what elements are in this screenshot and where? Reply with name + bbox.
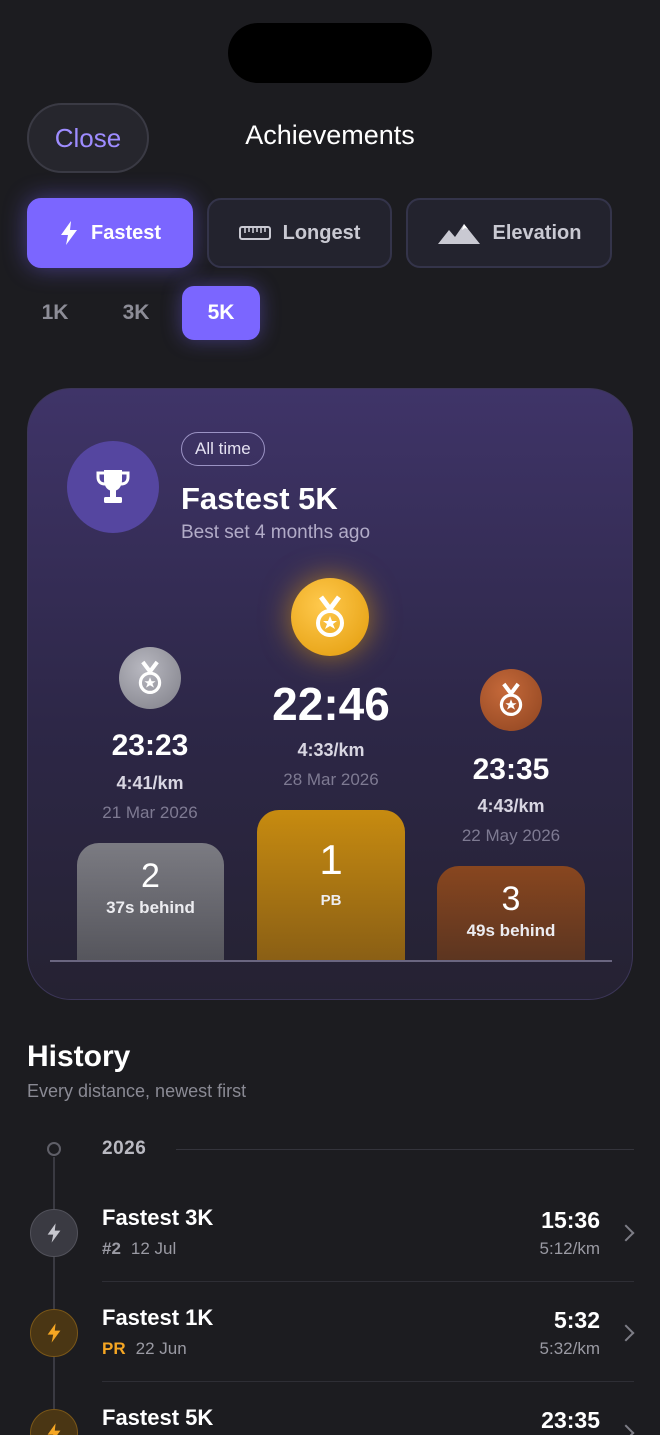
all-time-badge: All time <box>181 432 265 466</box>
chevron-right-icon <box>617 1324 635 1342</box>
podium-rank: 1 <box>319 836 343 883</box>
third-place-time: 23:35 <box>472 753 550 786</box>
history-item-title: Fastest 3K <box>102 1205 214 1230</box>
history-item-title: Fastest 1K <box>102 1305 214 1330</box>
history-item-title: Fastest 5K <box>102 1405 214 1430</box>
history-item-time: 15:36 <box>541 1207 600 1233</box>
distance-3k[interactable]: 3K <box>107 286 165 340</box>
history-item-pace: 5:32/km <box>539 1339 600 1358</box>
second-place-time: 23:23 <box>111 729 189 762</box>
lightning-icon <box>30 1409 78 1435</box>
pr-tag: PR <box>102 1339 126 1358</box>
podium-card: All time Fastest 5K Best set 4 months ag… <box>27 388 633 1000</box>
history-item-date: 12 Jul <box>130 1239 177 1258</box>
lightning-icon <box>30 1309 78 1357</box>
history-item[interactable]: Fastest 5K 23:35 <box>0 1383 660 1435</box>
ruler-icon <box>238 226 271 240</box>
chevron-right-icon <box>617 1424 635 1435</box>
tab-label: Fastest <box>90 221 162 244</box>
chevron-right-icon <box>617 1224 635 1242</box>
timeline-year-dot <box>47 1142 61 1156</box>
tab-label: Longest <box>282 221 361 244</box>
podium-note: 49s behind <box>466 921 556 940</box>
tab-longest[interactable]: Longest <box>207 198 392 268</box>
history-item-meta: PR 22 Jun <box>102 1339 187 1359</box>
distance-1k[interactable]: 1K <box>27 286 83 340</box>
second-place-pace: 4:41/km <box>116 773 184 793</box>
card-title: Fastest 5K <box>181 481 338 516</box>
second-place-date: 21 Mar 2026 <box>102 803 198 822</box>
tab-fastest[interactable]: Fastest <box>27 198 193 268</box>
gold-medal-icon <box>291 578 369 656</box>
podium-second: 2 37s behind <box>77 843 224 961</box>
podium-baseline <box>50 960 612 962</box>
third-place-date: 22 May 2026 <box>461 826 561 845</box>
row-divider <box>102 1381 634 1382</box>
row-divider <box>102 1281 634 1282</box>
page-title: Achievements <box>245 120 415 150</box>
podium-third: 3 49s behind <box>437 866 585 961</box>
podium-rank: 2 <box>141 857 160 895</box>
history-title: History <box>27 1040 131 1073</box>
year-divider <box>176 1149 634 1150</box>
silver-medal-icon <box>119 647 181 709</box>
history-item[interactable]: Fastest 3K #2 12 Jul 15:36 5:12/km <box>0 1183 660 1283</box>
rank-tag: #2 <box>102 1239 121 1258</box>
lightning-icon <box>30 1209 78 1257</box>
camera-notch <box>228 23 432 83</box>
lightning-icon <box>59 220 79 246</box>
tab-label: Elevation <box>492 221 582 244</box>
card-subtitle: Best set 4 months ago <box>181 522 371 543</box>
podium-rank: 3 <box>501 880 521 918</box>
history-item[interactable]: Fastest 1K PR 22 Jun 5:32 5:32/km <box>0 1283 660 1383</box>
first-place-time: 22:46 <box>272 678 390 730</box>
mountain-icon <box>437 221 481 245</box>
podium-note: PB <box>320 892 342 909</box>
history-subtitle: Every distance, newest first <box>27 1081 247 1101</box>
history-item-meta: #2 12 Jul <box>102 1239 176 1259</box>
first-place-pace: 4:33/km <box>297 740 365 760</box>
year-label: 2026 <box>102 1138 147 1159</box>
tab-elevation[interactable]: Elevation <box>406 198 612 268</box>
bronze-medal-icon <box>480 669 542 731</box>
distance-5k[interactable]: 5K <box>182 286 260 340</box>
first-place-date: 28 Mar 2026 <box>283 770 379 789</box>
podium-note: 37s behind <box>106 898 195 917</box>
third-place-pace: 4:43/km <box>477 796 545 816</box>
history-item-pace: 5:12/km <box>539 1239 600 1258</box>
history-item-date: 22 Jun <box>135 1339 187 1358</box>
history-item-time: 23:35 <box>541 1407 600 1433</box>
podium-first: 1 PB <box>257 810 405 961</box>
trophy-icon <box>67 441 159 533</box>
history-item-time: 5:32 <box>553 1307 600 1333</box>
